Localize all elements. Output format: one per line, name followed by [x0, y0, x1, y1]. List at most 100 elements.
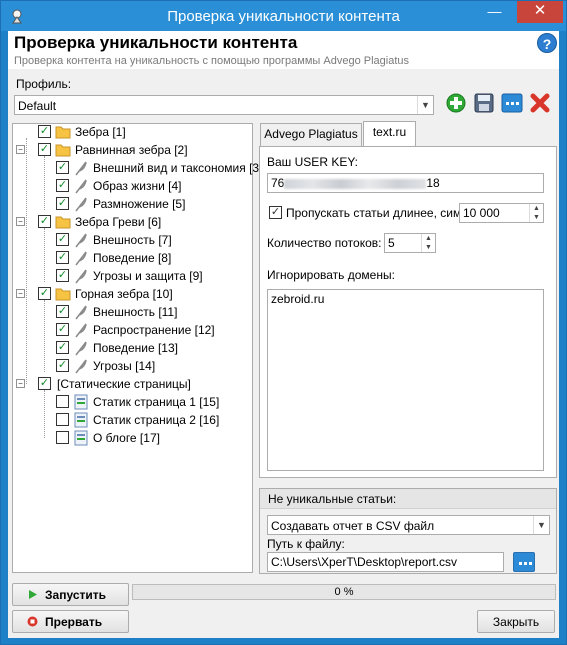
tree-item[interactable]: ✓ Размножение [5] [13, 196, 252, 214]
collapse-toggle[interactable]: − [16, 289, 25, 298]
tree-item-label: Внешний вид и таксономия [3] [93, 161, 263, 175]
more-icon[interactable] [501, 92, 523, 114]
tree-item-label: Статик страница 1 [15] [93, 395, 220, 409]
tree-checkbox[interactable] [56, 395, 69, 408]
delete-icon[interactable] [529, 92, 551, 114]
tree-checkbox[interactable]: ✓ [56, 197, 69, 210]
chevron-down-icon[interactable]: ▼ [533, 516, 549, 534]
tree-checkbox[interactable]: ✓ [38, 125, 51, 138]
tree-checkbox[interactable]: ✓ [38, 143, 51, 156]
tree-item[interactable]: ✓ Образ жизни [4] [13, 178, 252, 196]
page-icon [74, 430, 88, 446]
tree-item[interactable]: ✓ Внешность [11] [13, 304, 252, 322]
help-icon[interactable]: ? [537, 33, 557, 53]
app-window: Проверка уникальности контента — ✕ Прове… [0, 0, 567, 645]
folder-icon [55, 144, 71, 157]
skip-long-value: 10 000 [463, 206, 500, 220]
tab-textru[interactable]: text.ru [363, 121, 416, 146]
tree-checkbox[interactable]: ✓ [56, 341, 69, 354]
tree-item[interactable]: Статик страница 2 [16] [13, 412, 252, 430]
tree-item-label: Образ жизни [4] [93, 179, 182, 193]
tree-checkbox[interactable]: ✓ [56, 323, 69, 336]
tree-item[interactable]: ✓ Внешний вид и таксономия [3] [13, 160, 262, 178]
collapse-toggle[interactable]: − [16, 217, 25, 226]
save-icon[interactable] [473, 92, 495, 114]
tree-checkbox[interactable]: ✓ [56, 359, 69, 372]
textru-settings-panel: Ваш USER KEY: 76 18 ✓ Пропускать статьи д… [259, 146, 557, 478]
stop-button-label: Прервать [45, 615, 103, 629]
content-tree[interactable]: ✓ Зебра [1] − ✓ Равнинная зебра [2] ✓ Вн… [12, 123, 262, 573]
spin-buttons[interactable]: ▲ ▼ [529, 204, 543, 222]
tree-item-label: Внешность [11] [93, 305, 178, 319]
tree-item-label: Зебра [1] [75, 125, 126, 139]
tree-checkbox[interactable]: ✓ [56, 233, 69, 246]
tree-item-label: Размножение [5] [93, 197, 186, 211]
tree-item[interactable]: ✓ Распространение [12] [13, 322, 252, 340]
tree-checkbox[interactable]: ✓ [56, 269, 69, 282]
skip-long-checkbox[interactable]: ✓ [269, 206, 282, 219]
tree-item[interactable]: ✓ Поведение [8] [13, 250, 252, 268]
user-key-prefix: 76 [271, 176, 285, 190]
skip-long-label: Пропускать статьи длинее, сим. [286, 206, 465, 220]
tree-item-label: Горная зебра [10] [75, 287, 173, 301]
tree-checkbox[interactable]: ✓ [38, 287, 51, 300]
tree-checkbox[interactable]: ✓ [38, 215, 51, 228]
tree-item[interactable]: − ✓ Зебра Греви [6] [13, 214, 252, 232]
tree-item[interactable]: Статик страница 1 [15] [13, 394, 252, 412]
start-button[interactable]: Запустить [12, 583, 129, 606]
profile-select-value: Default [18, 99, 57, 113]
skip-long-value-input[interactable]: 10 000 ▲ ▼ [459, 203, 544, 223]
tree-item[interactable]: − ✓ Равнинная зебра [2] [13, 142, 252, 160]
stop-button[interactable]: Прервать [12, 610, 129, 633]
user-key-input[interactable]: 76 18 [267, 173, 544, 193]
ignore-domains-textarea[interactable]: zebroid.ru [267, 289, 544, 471]
non-unique-group: Не уникальные статьи: Создавать отчет в … [259, 488, 557, 574]
browse-button[interactable] [513, 552, 535, 572]
feather-icon [75, 305, 87, 320]
spin-buttons[interactable]: ▲ ▼ [421, 234, 435, 252]
progress-text: 0 % [334, 586, 354, 598]
tree-item[interactable]: ✓ Угрозы и защита [9] [13, 268, 252, 286]
user-key-suffix: 18 [426, 176, 440, 190]
close-button[interactable]: Закрыть [477, 610, 555, 633]
tree-item[interactable]: ✓ Поведение [13] [13, 340, 252, 358]
add-icon[interactable] [445, 92, 467, 114]
tree-checkbox[interactable]: ✓ [56, 251, 69, 264]
collapse-toggle[interactable]: − [16, 145, 25, 154]
tree-item-label: Угрозы и защита [9] [93, 269, 203, 283]
page-icon [74, 412, 88, 428]
tree-item[interactable]: ✓ Угрозы [14] [13, 358, 252, 376]
stop-icon [27, 616, 38, 627]
feather-icon [75, 197, 87, 212]
tree-item-label: Равнинная зебра [2] [75, 143, 188, 157]
tree-item[interactable]: ✓ Зебра [1] [13, 124, 252, 142]
minimize-button[interactable]: — [481, 1, 508, 23]
tree-item[interactable]: ✓ Внешность [7] [13, 232, 252, 250]
close-button-label: Закрыть [492, 615, 540, 629]
path-input[interactable]: C:\Users\XperT\Desktop\report.csv [267, 552, 504, 572]
profile-select[interactable]: Default ▼ [14, 95, 434, 115]
tree-checkbox[interactable]: ✓ [56, 305, 69, 318]
feather-icon [75, 359, 87, 374]
title-bar[interactable]: Проверка уникальности контента — ✕ [1, 1, 566, 31]
threads-input[interactable]: 5 ▲ ▼ [384, 233, 436, 253]
collapse-toggle[interactable]: − [16, 379, 25, 388]
tree-checkbox[interactable]: ✓ [38, 377, 51, 390]
tree-checkbox[interactable] [56, 431, 69, 444]
tree-item[interactable]: − ✓ [Статические страницы] [13, 376, 252, 394]
close-window-button[interactable]: ✕ [517, 1, 563, 23]
tree-item[interactable]: − ✓ Горная зебра [10] [13, 286, 252, 304]
action-select[interactable]: Создавать отчет в CSV файл ▼ [267, 515, 550, 535]
tree-checkbox[interactable]: ✓ [56, 161, 69, 174]
tree-checkbox[interactable] [56, 413, 69, 426]
path-value: C:\Users\XperT\Desktop\report.csv [271, 555, 458, 569]
page-title: Проверка уникальности контента [14, 33, 298, 52]
page-subtitle: Проверка контента на уникальность с помо… [14, 55, 409, 67]
profile-label: Профиль: [16, 77, 72, 91]
tree-item[interactable]: О блоге [17] [13, 430, 252, 448]
tree-checkbox[interactable]: ✓ [56, 179, 69, 192]
tab-advego[interactable]: Advego Plagiatus [260, 123, 362, 146]
feather-icon [75, 323, 87, 338]
chevron-down-icon[interactable]: ▼ [417, 96, 433, 114]
folder-icon [55, 216, 71, 229]
